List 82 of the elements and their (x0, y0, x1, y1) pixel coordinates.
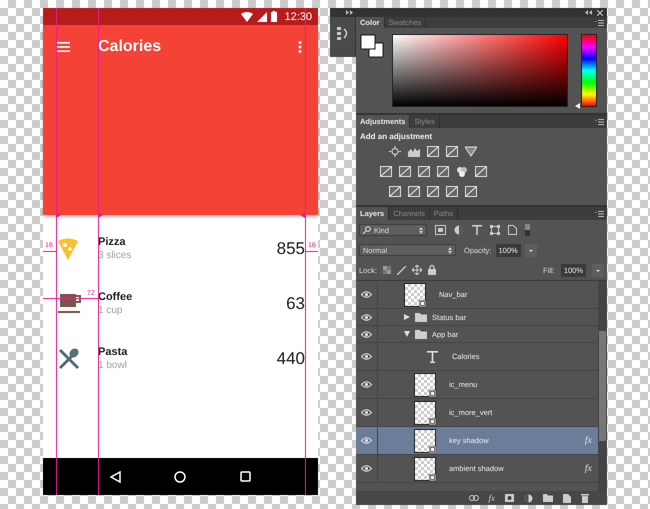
wifi-icon (241, 12, 254, 22)
pizza-slice-icon (58, 238, 78, 260)
eye-icon[interactable] (361, 291, 372, 298)
color-swatches-icon[interactable] (360, 34, 384, 58)
filter-toggle-icon[interactable] (525, 224, 530, 236)
adjustment-layer-icon[interactable] (524, 494, 533, 502)
panel-menu-icon[interactable] (595, 210, 604, 216)
signal-icon (257, 12, 268, 22)
item-detail: 1 cup (98, 305, 124, 316)
spinner-icon (419, 226, 423, 234)
effects-label: fx (584, 463, 592, 474)
home-icon[interactable] (174, 470, 186, 482)
folder-icon (415, 312, 427, 322)
eye-icon[interactable] (361, 409, 372, 416)
effects-button[interactable]: fx (488, 493, 495, 503)
item-name: Coffee (98, 291, 134, 303)
smart-object-badge-icon (429, 474, 436, 480)
collapse-icon[interactable] (585, 10, 592, 15)
type-filter-icon[interactable] (472, 225, 482, 235)
close-icon[interactable] (597, 10, 603, 16)
folder-icon (415, 330, 427, 338)
lock-icon[interactable] (428, 265, 436, 275)
eye-icon[interactable] (361, 353, 372, 360)
fork-spoon-icon (58, 348, 80, 370)
disclosure-triangle-icon[interactable] (404, 314, 410, 320)
back-icon[interactable] (110, 470, 121, 482)
link-icon[interactable] (468, 495, 478, 501)
panel-menu-icon[interactable] (595, 118, 604, 124)
effects-label: fx (584, 435, 592, 446)
smart-object-filter-icon[interactable] (508, 225, 517, 235)
triangle-icon[interactable] (465, 146, 477, 157)
dropdown-icon[interactable] (524, 244, 537, 256)
adjustments-heading: Add an adjustment (359, 131, 434, 143)
measure-line (43, 298, 98, 299)
calorie-count: 440 (276, 348, 305, 368)
expand-icon[interactable] (346, 10, 353, 15)
search-icon (363, 226, 371, 234)
brightness-icon[interactable] (389, 146, 401, 157)
item-detail: 1 bowl (98, 360, 128, 371)
more-vert-icon[interactable] (298, 41, 302, 53)
brush-icon[interactable] (396, 266, 406, 274)
menu-icon[interactable] (56, 42, 70, 52)
circles-icon[interactable] (456, 166, 468, 177)
hue-slider-thumb[interactable] (575, 103, 580, 109)
item-name: Pizza (98, 236, 127, 248)
scrollbar[interactable] (598, 281, 607, 491)
app-title: Calories (98, 38, 162, 56)
folder-icon[interactable] (543, 494, 553, 502)
recents-icon[interactable] (240, 471, 252, 482)
shape-filter-icon[interactable] (490, 225, 500, 235)
color-field[interactable] (392, 34, 568, 107)
measure-line (43, 251, 56, 252)
coffee-cup-icon (58, 294, 82, 314)
eye-icon[interactable] (361, 314, 372, 320)
eye-icon[interactable] (361, 381, 372, 388)
text-layer-icon (427, 350, 438, 362)
calorie-count: 63 (286, 294, 305, 314)
smart-object-badge-icon (429, 446, 436, 452)
calorie-count: 855 (276, 238, 305, 258)
panel-menu-icon[interactable] (595, 20, 604, 26)
item-name: Pasta (98, 346, 128, 358)
battery-icon (271, 11, 278, 22)
smart-object-badge-icon (429, 418, 436, 424)
measure-line (305, 251, 318, 252)
eye-icon[interactable] (361, 437, 372, 444)
move-icon[interactable] (412, 265, 422, 275)
lock-pixels-icon[interactable] (382, 266, 391, 274)
status-time: 12:30 (284, 10, 312, 22)
mask-icon[interactable] (505, 494, 514, 502)
spinner-icon (448, 246, 452, 254)
disclosure-triangle-icon[interactable] (404, 331, 410, 337)
image-filter-icon[interactable] (435, 225, 446, 235)
history-icon[interactable] (336, 27, 348, 40)
dropdown-icon[interactable] (592, 264, 604, 276)
eye-icon[interactable] (361, 330, 372, 338)
trash-icon[interactable] (581, 494, 589, 502)
new-layer-icon[interactable] (563, 494, 571, 502)
smart-object-badge-icon (419, 300, 426, 306)
smart-object-badge-icon (429, 390, 436, 396)
eye-icon[interactable] (361, 465, 372, 472)
adjustment-filter-icon[interactable] (454, 225, 464, 235)
levels-icon[interactable] (408, 146, 420, 157)
